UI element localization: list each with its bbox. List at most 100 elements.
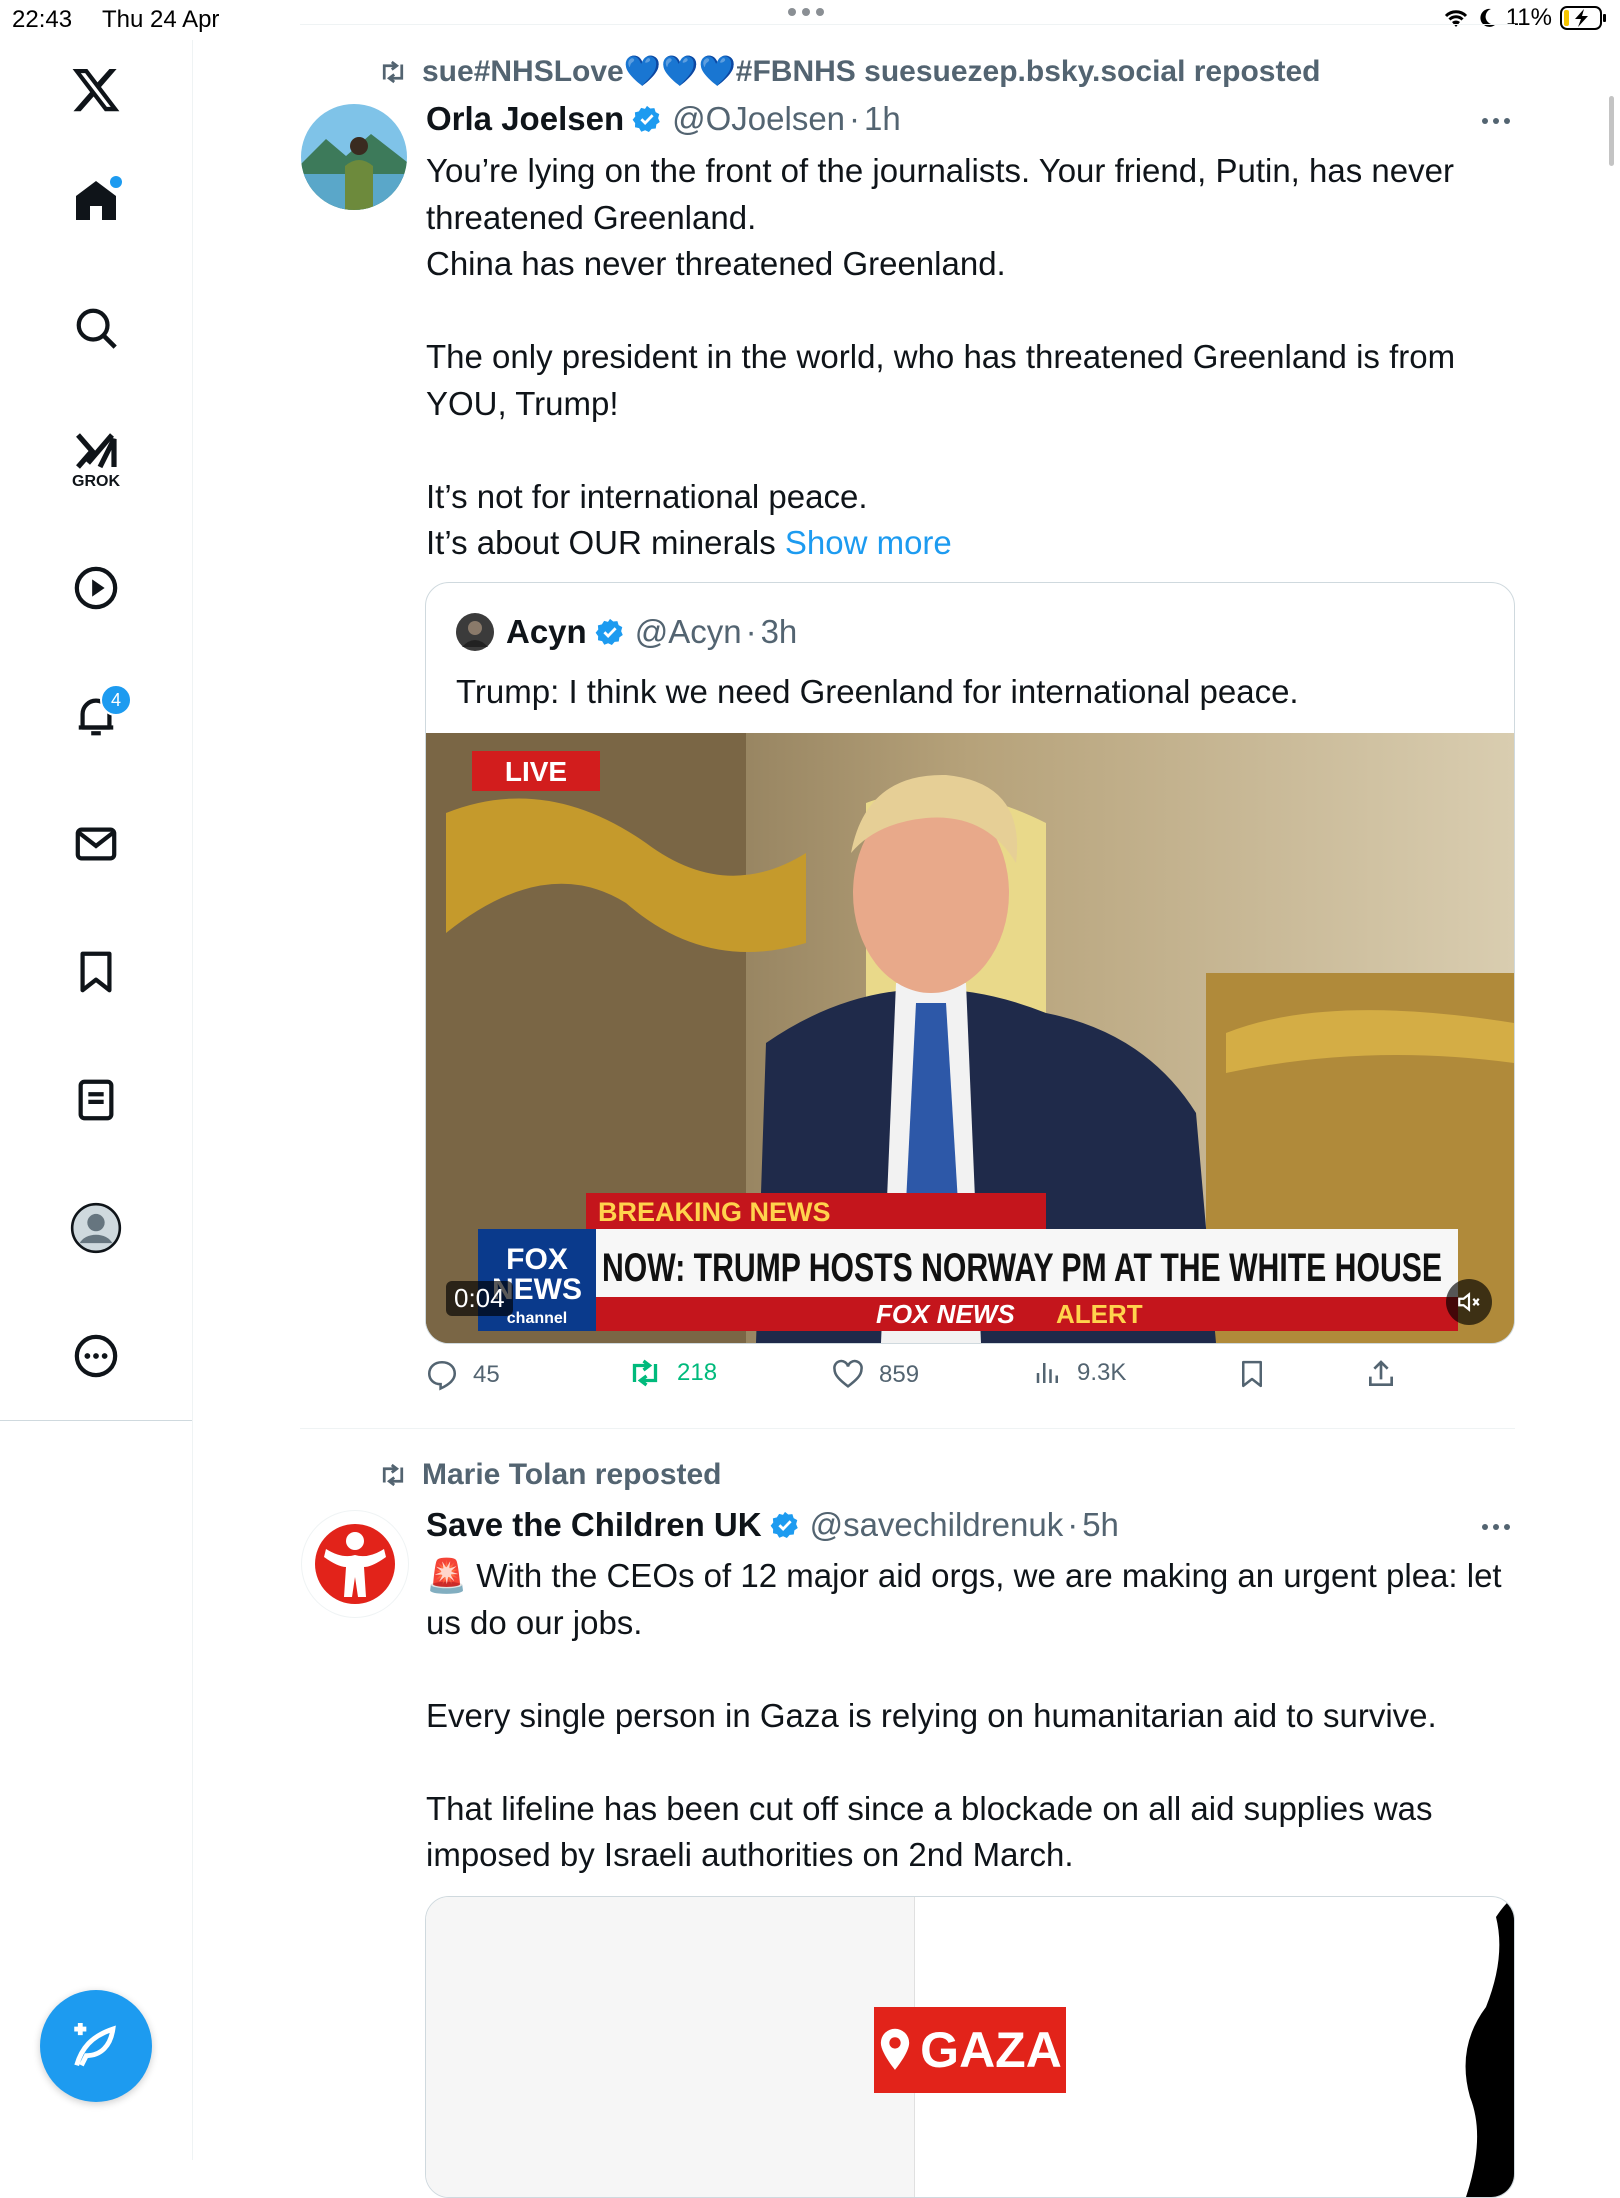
show-more-link[interactable]: Show more <box>785 524 952 561</box>
like-count: 859 <box>879 1361 920 1388</box>
post-divider <box>300 1428 1515 1429</box>
wifi-icon <box>1444 10 1467 27</box>
sidebar: GROK 4 <box>0 40 193 2160</box>
location-pin-icon <box>881 2028 910 2070</box>
post-paragraph: It’s about OUR minerals <box>426 524 776 561</box>
post-paragraph: Every single person in Gaza is relying o… <box>426 1696 1437 1734</box>
author-handle[interactable]: @OJoelsen <box>672 100 845 138</box>
quote-author-name[interactable]: Acyn <box>506 613 587 651</box>
alert-b-text: ALERT <box>1056 1299 1143 1329</box>
post-paragraph: It’s not for international peace. <box>426 477 868 515</box>
x-logo-icon[interactable] <box>66 60 126 120</box>
post-author: Save the Children UK @savechildrenuk · 5… <box>426 1506 1119 1544</box>
feed-top-divider <box>300 24 1515 25</box>
repost-icon <box>632 1359 658 1387</box>
bookmark-button[interactable] <box>1237 1358 1267 1390</box>
moon-icon <box>1480 8 1496 27</box>
post-text: 🚨 With the CEOs of 12 major aid orgs, we… <box>426 1553 1516 1879</box>
repost-by: Marie Tolan reposted <box>422 1458 722 1491</box>
author-name[interactable]: Orla Joelsen <box>426 100 624 138</box>
post-text: You’re lying on the front of the journal… <box>426 148 1516 567</box>
post-media-image[interactable]: GAZA <box>425 1896 1515 2198</box>
notifications-bell-icon[interactable]: 4 <box>66 684 132 746</box>
post-more-icon[interactable] <box>1482 118 1510 124</box>
gaza-banner: GAZA <box>874 2007 1066 2093</box>
alert-a-text: FOX NEWS <box>876 1299 1015 1329</box>
post-paragraph-blank <box>426 427 1516 474</box>
post-paragraph: With the CEOs of 12 major aid orgs, we a… <box>426 1557 1502 1641</box>
sidebar-divider <box>0 1420 192 1421</box>
gaza-label: GAZA <box>920 2022 1062 2078</box>
repost-indicator: Marie Tolan reposted <box>378 1458 722 1492</box>
reply-icon <box>427 1360 457 1391</box>
post-paragraph: That lifeline has been cut off since a b… <box>426 1789 1433 1874</box>
status-time: 22:43 <box>12 6 73 33</box>
repost-icon <box>382 1463 404 1487</box>
grok-label: GROK <box>72 473 120 490</box>
views-chart-icon <box>1036 1363 1058 1383</box>
bookmark-icon[interactable] <box>66 942 126 1002</box>
heart-icon <box>833 1359 863 1388</box>
post-time[interactable]: 1h <box>864 100 901 138</box>
profile-avatar-icon[interactable] <box>66 1198 126 1258</box>
post-paragraph-blank <box>426 288 1516 335</box>
compose-post-button[interactable] <box>40 1990 152 2102</box>
multitasking-dots-icon[interactable] <box>788 8 824 16</box>
verified-badge-icon <box>632 105 660 132</box>
reply-count: 45 <box>473 1361 500 1388</box>
battery-percent: 11% <box>1505 4 1552 31</box>
post-paragraph-blank <box>426 1739 1516 1786</box>
headline-text: NOW: TRUMP HOSTS NORWAY PM AT THE WHITE … <box>602 1246 1442 1290</box>
repost-by: sue#NHSLove💙💙💙#FBNHS suesuezep.bsky.soci… <box>422 55 1321 88</box>
repost-indicator: sue#NHSLove💙💙💙#FBNHS suesuezep.bsky.soci… <box>378 54 1320 89</box>
messages-envelope-icon[interactable] <box>66 814 126 874</box>
repost-button[interactable]: 218 <box>627 1358 717 1388</box>
siren-emoji-icon: 🚨 <box>426 1557 468 1594</box>
battery-charging-icon <box>1560 6 1606 30</box>
post-more-icon[interactable] <box>1482 1524 1510 1530</box>
live-label: LIVE <box>505 756 567 787</box>
repost-icon <box>382 60 404 83</box>
search-icon[interactable] <box>66 298 126 358</box>
quote-avatar[interactable] <box>456 613 494 651</box>
video-player[interactable]: LIVE BREAKING NEWS NOW: TRUMP HOSTS NORW… <box>426 733 1514 1343</box>
post-actions: 45 218 859 9.3K <box>425 1358 1425 1404</box>
reply-button[interactable]: 45 <box>425 1358 500 1392</box>
notification-badge: 4 <box>100 684 132 716</box>
quote-time[interactable]: 3h <box>761 613 798 651</box>
quote-text: Trump: I think we need Greenland for int… <box>456 673 1299 710</box>
post-paragraph: You’re lying on the front of the journal… <box>426 152 1454 236</box>
status-bar: 22:43 Thu 24 Apr 11% <box>0 0 1620 40</box>
verified-badge-icon <box>770 1511 798 1538</box>
video-frame: LIVE BREAKING NEWS NOW: TRUMP HOSTS NORW… <box>426 733 1514 1343</box>
post-paragraph-blank <box>426 1646 1516 1693</box>
views-button[interactable]: 9.3K <box>1033 1358 1126 1388</box>
quote-handle[interactable]: @Acyn <box>635 613 742 651</box>
quoted-post[interactable]: Acyn @Acyn · 3h Trump: I think we need G… <box>425 582 1515 1344</box>
lists-icon[interactable] <box>66 1070 126 1130</box>
like-button[interactable]: 859 <box>831 1358 919 1392</box>
status-date: Thu 24 Apr <box>102 6 220 33</box>
post-time[interactable]: 5h <box>1082 1506 1119 1544</box>
author-handle[interactable]: @savechildrenuk <box>810 1506 1064 1544</box>
avatar[interactable] <box>301 104 407 210</box>
share-button[interactable] <box>1365 1358 1397 1390</box>
bookmark-icon <box>1242 1360 1262 1388</box>
views-count: 9.3K <box>1077 1359 1127 1386</box>
fox-logo-c: channel <box>507 1310 567 1327</box>
home-icon[interactable] <box>66 170 126 230</box>
fox-logo-a: FOX <box>506 1243 568 1276</box>
share-upload-icon <box>1369 1360 1393 1386</box>
post-paragraph: China has never threatened Greenland. <box>426 245 1006 282</box>
video-play-icon[interactable] <box>66 558 126 618</box>
post-paragraph: The only president in the world, who has… <box>426 338 1456 422</box>
mute-button[interactable] <box>1446 1279 1492 1325</box>
author-name[interactable]: Save the Children UK <box>426 1506 762 1544</box>
post-author: Orla Joelsen @OJoelsen · 1h <box>426 100 901 138</box>
more-options-icon[interactable] <box>66 1326 126 1386</box>
avatar[interactable] <box>301 1510 409 1618</box>
grok-icon[interactable]: GROK <box>66 420 126 500</box>
scrollbar[interactable] <box>1609 96 1614 166</box>
video-timestamp: 0:04 <box>446 1281 513 1316</box>
muted-speaker-icon <box>1458 1292 1480 1312</box>
